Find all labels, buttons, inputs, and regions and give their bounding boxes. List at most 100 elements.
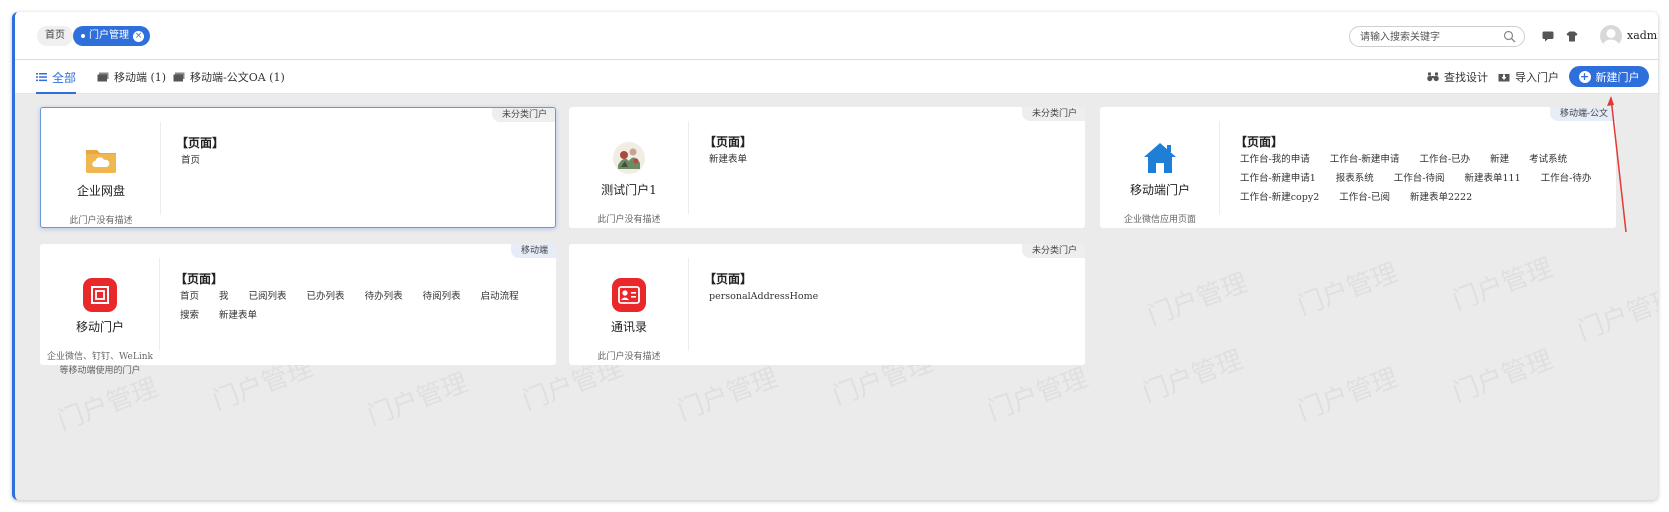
shirt-icon[interactable] [1566,31,1578,42]
folder-stack-icon [173,72,185,82]
page-link[interactable]: 报表系统 [1336,172,1374,185]
page-link[interactable]: 考试系统 [1529,153,1567,166]
list-icon [36,73,47,82]
import-portal-label: 导入门户 [1515,71,1559,84]
page-link[interactable]: 工作台-待办 [1541,172,1592,185]
tab-all-label: 全部 [52,70,77,85]
tab-mobile-label: 移动端 (1) [114,71,167,84]
portal-card-mobile-portal[interactable]: 移动端门户 企业微信应用页面 移动端-公文 【页面】 工作台-我的申请 工作台-… [1100,107,1616,228]
pages-list: 新建表单 [709,153,1071,166]
page-link[interactable]: 工作台-待阅 [1394,172,1445,185]
watermark: 门户管理 [1143,267,1252,332]
category-badge: 未分类门户 [1021,107,1085,121]
pages-heading: 【页面】 [704,135,753,149]
page-link[interactable]: 工作台-新建申请1 [1240,172,1316,185]
watermark: 门户管理 [673,362,782,427]
breadcrumb-home[interactable]: 首页 [37,26,73,46]
portal-name: 移动门户 [75,320,124,334]
page-link[interactable]: 搜索 [180,309,199,322]
category-badge: 未分类门户 [491,108,555,122]
tab-mobile[interactable]: 移动端 (1) [97,60,166,94]
breadcrumb-active-tab[interactable]: 门户管理 × [73,26,150,46]
username[interactable]: xadmin [1627,29,1658,42]
user-avatar-icon [1603,29,1619,47]
portal-card-enterprise-drive[interactable]: 企业网盘 此门户没有描述 未分类门户 【页面】 首页 [40,107,556,228]
watermark: 门户管理 [1448,344,1557,409]
portal-name: 企业网盘 [76,184,125,198]
portal-description: 此门户没有描述 [69,216,133,226]
page-link[interactable]: 我 [219,290,229,303]
portal-name: 移动端门户 [1129,183,1190,197]
card-summary: 移动端门户 企业微信应用页面 [1100,121,1220,225]
watermark: 门户管理 [1138,344,1247,409]
portal-card-test-portal[interactable]: 测试门户1 此门户没有描述 未分类门户 【页面】 新建表单 [569,107,1085,228]
search-box [1349,26,1525,47]
category-badge: 移动端 [510,244,556,258]
watermark: 门户管理 [983,362,1092,427]
pages-heading: 【页面】 [704,272,753,286]
portal-card-contacts[interactable]: 通讯录 此门户没有描述 未分类门户 【页面】 personalAddressHo… [569,244,1085,365]
house-icon [1144,143,1176,173]
watermark: 门户管理 [1448,252,1557,317]
watermark: 门户管理 [1293,362,1402,427]
tab-mobile-oa[interactable]: 移动端-公文OA (1) [173,60,285,94]
page-link[interactable]: 工作台-新建copy2 [1240,191,1319,204]
import-portal-button[interactable]: 导入门户 [1498,60,1559,94]
top-bar: 首页 门户管理 × xadmin [15,12,1658,60]
pages-list: personalAddressHome [709,290,1071,303]
avatar[interactable] [1600,25,1622,47]
mobile-portal-icon [83,278,117,312]
portal-card-mobile-portal-2[interactable]: 移动门户 企业微信、钉钉、WeLink等移动端使用的门户 移动端 【页面】 首页… [40,244,556,376]
page-link[interactable]: 工作台-已办 [1419,153,1470,166]
pages-heading: 【页面】 [175,272,224,286]
portal-name: 通讯录 [610,320,647,334]
page-link[interactable]: 工作台-新建申请 [1330,153,1400,166]
find-design-button[interactable]: 查找设计 [1427,60,1488,94]
page-link[interactable]: 新建表单2222 [1410,191,1472,204]
card-summary: 移动门户 企业微信、钉钉、WeLink等移动端使用的门户 [40,258,160,376]
plus-icon: + [1578,69,1591,83]
breadcrumb-active-label: 门户管理 [89,30,129,41]
page-link[interactable]: personalAddressHome [709,290,818,303]
tab-all[interactable]: 全部 [36,60,77,94]
painting-image [613,142,645,174]
tab-mobile-oa-label: 移动端-公文OA (1) [190,71,285,84]
app-window: 首页 门户管理 × xadmin [12,12,1658,500]
page-link[interactable]: 已办列表 [307,290,345,303]
page-link[interactable]: 新建 [1490,153,1509,166]
page-link[interactable]: 首页 [181,154,200,167]
pages-list: 首页 [181,154,541,167]
portal-description: 此门户没有描述 [597,352,661,362]
page-link[interactable]: 启动流程 [481,290,519,303]
page-link[interactable]: 新建表单 [709,153,747,166]
page-link[interactable]: 待办列表 [365,290,403,303]
portal-description: 此门户没有描述 [597,215,661,225]
portal-description: 企业微信、钉钉、WeLink等移动端使用的门户 [47,352,153,376]
page-link[interactable]: 工作台-已阅 [1339,191,1390,204]
portal-name: 测试门户1 [601,183,657,197]
pages-list: 首页 我 已阅列表 已办列表 待办列表 待阅列表 启动流程 搜索 新建表单 [180,290,542,322]
page-link[interactable]: 已阅列表 [249,290,287,303]
page-link[interactable]: 工作台-我的申请 [1240,153,1310,166]
card-summary: 企业网盘 此门户没有描述 [41,122,161,226]
folder-stack-icon [97,72,109,82]
page-link[interactable]: 首页 [180,290,199,303]
page-link[interactable]: 新建表单111 [1465,172,1521,185]
page-link[interactable]: 待阅列表 [423,290,461,303]
watermark: 门户管理 [1573,282,1658,347]
find-design-label: 查找设计 [1444,71,1488,84]
binoculars-icon [1427,72,1439,82]
pages-heading: 【页面】 [1235,135,1284,149]
search-icon[interactable] [1503,30,1516,43]
page-link[interactable]: 新建表单 [219,309,257,322]
new-portal-label: 新建门户 [1595,70,1640,84]
search-input[interactable] [1360,29,1500,45]
message-icon[interactable] [1542,31,1554,42]
category-badge: 移动端-公文 [1549,107,1616,121]
watermark: 门户管理 [363,367,472,432]
pages-heading: 【页面】 [176,136,225,150]
close-icon[interactable]: × [133,30,144,42]
card-summary: 测试门户1 此门户没有描述 [569,121,689,225]
contact-card-icon [612,278,646,312]
new-portal-button[interactable]: + 新建门户 [1569,66,1649,87]
